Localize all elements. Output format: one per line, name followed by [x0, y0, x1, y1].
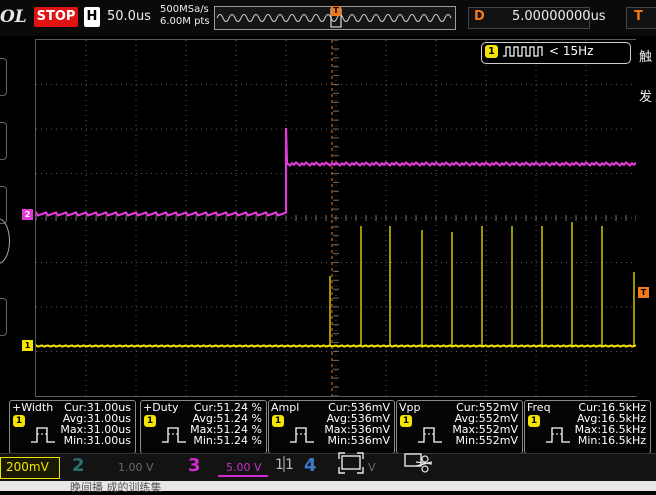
scissors-icon[interactable]: [404, 452, 434, 474]
svg-text:1: 1: [285, 457, 294, 473]
pulse-train-icon: [503, 46, 543, 57]
measurement-min-value: Min:16.5kHz: [577, 434, 646, 447]
svg-text:1: 1: [275, 457, 284, 473]
trigger-source-badge: 1: [485, 45, 498, 58]
screen-capture-icon[interactable]: [338, 452, 366, 474]
measurement-min-value: Min:552mV: [455, 434, 518, 447]
delay-label: D: [474, 9, 485, 24]
math-icon[interactable]: 1 1: [274, 453, 294, 475]
side-panel-char: 触: [639, 50, 653, 65]
measurement-channel-badge: 1: [13, 415, 25, 427]
left-edge-button[interactable]: [0, 122, 7, 160]
measurement-name: Freq: [527, 401, 551, 414]
brand-logo: OL: [0, 7, 27, 27]
acquisition-info: 500MSa/s 6.00M pts: [160, 4, 210, 28]
channel-1-trace: [35, 343, 637, 348]
channel-1-scale[interactable]: 200mV: [6, 460, 49, 474]
channel-2-scale[interactable]: 1.00 V: [118, 461, 154, 474]
measurement-channel-badge: 1: [272, 415, 284, 427]
delay-value[interactable]: 5.00000000us: [512, 9, 606, 24]
trigger-label: T: [634, 9, 643, 24]
measurement-name: +Duty: [143, 401, 179, 414]
channel-2-number[interactable]: 2: [72, 455, 85, 476]
channel-3-number[interactable]: 3: [188, 455, 201, 476]
grid-svg: [34, 39, 637, 397]
trigger-condition-value: < 15Hz: [549, 44, 594, 58]
measurement-channel-badge: 1: [528, 415, 540, 427]
channel-2-trace: [34, 127, 637, 217]
measurement-min-value: Min:536mV: [327, 434, 390, 447]
measurement-waveform-icon: [31, 427, 55, 443]
sample-rate: 500MSa/s: [160, 4, 209, 15]
measurement-name: +Width: [12, 401, 54, 414]
measurement-channel-badge: 1: [400, 415, 412, 427]
measurement-channel-badge: 1: [144, 415, 156, 427]
measurement-min-value: Min:31.00us: [63, 434, 131, 447]
measurement-min-value: Min:51.24 %: [193, 434, 262, 447]
measurement-waveform-icon: [290, 427, 314, 443]
channel-3-scale[interactable]: 5.00 V: [226, 461, 262, 474]
timebase-badge[interactable]: H: [84, 7, 100, 27]
run-stop-button[interactable]: STOP: [34, 7, 78, 27]
channel-status-bar: [0, 453, 656, 481]
waveform-grid[interactable]: [34, 39, 637, 397]
left-edge-button[interactable]: [0, 58, 7, 96]
channel-4-scale[interactable]: V: [368, 461, 376, 474]
measurement-name: Vpp: [399, 401, 421, 414]
side-panel-char: 发: [639, 90, 653, 105]
memory-depth: 6.00M pts: [160, 16, 210, 27]
footer-text: 晚间播 成的训练集: [70, 481, 162, 494]
measurement-waveform-icon: [546, 427, 570, 443]
trigger-level-marker[interactable]: T: [638, 287, 649, 298]
channel-1-marker[interactable]: 1: [22, 340, 33, 351]
left-knob[interactable]: [0, 218, 10, 264]
channel-2-marker[interactable]: 2: [22, 209, 33, 220]
channel-4-number[interactable]: 4: [304, 455, 317, 476]
left-edge-button[interactable]: [0, 298, 7, 336]
measurement-waveform-icon: [418, 427, 442, 443]
measurement-name: Ampl: [271, 401, 300, 414]
measurement-waveform-icon: [162, 427, 186, 443]
timebase-value[interactable]: 50.0us: [107, 9, 151, 24]
trigger-position-marker: T: [331, 6, 341, 16]
